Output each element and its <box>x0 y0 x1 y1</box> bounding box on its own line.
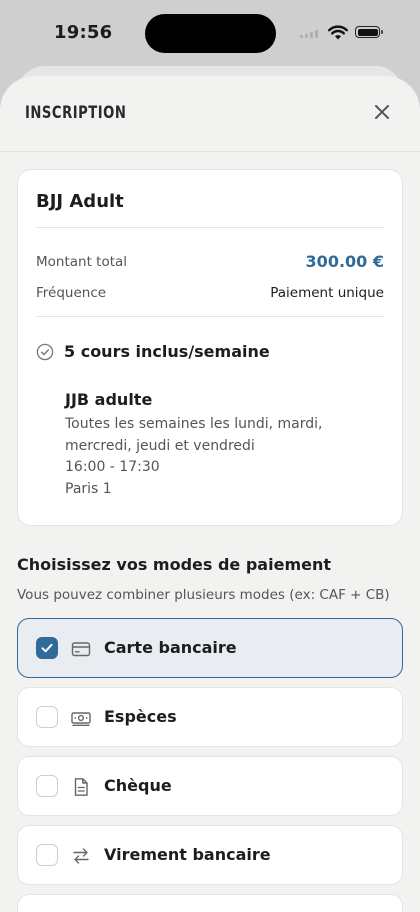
checkbox[interactable] <box>36 844 58 866</box>
status-bar: 19:56 <box>0 0 420 64</box>
transfer-arrows-icon <box>73 848 89 864</box>
plan-summary-card: BJJ Adult Montant total 300.00 € Fréquen… <box>17 169 403 526</box>
payment-section-subtitle: Vous pouvez combiner plusieurs modes (ex… <box>17 587 390 603</box>
document-icon <box>74 778 88 796</box>
cash-icon <box>71 712 91 726</box>
payment-option-label: Virement bancaire <box>104 845 271 864</box>
class-details: JJB adulte Toutes les semaines les lundi… <box>65 390 322 500</box>
class-title: JJB adulte <box>65 390 153 409</box>
class-location: Paris 1 <box>65 480 112 497</box>
checkmark-icon <box>41 643 53 653</box>
payment-option-cash[interactable]: Espèces <box>17 687 403 747</box>
plan-name: BJJ Adult <box>36 191 124 212</box>
class-time: 16:00 - 17:30 <box>65 459 160 475</box>
checkbox[interactable] <box>36 706 58 728</box>
credit-card-icon <box>71 642 91 657</box>
close-icon <box>375 105 389 119</box>
registration-sheet: INSCRIPTION BJJ Adult Montant total 300.… <box>0 76 420 912</box>
battery-icon <box>355 26 383 38</box>
total-amount-value: 300.00 € <box>305 252 384 271</box>
frequency-label: Fréquence <box>36 285 107 301</box>
payment-section-title: Choisissez vos modes de paiement <box>17 555 331 574</box>
payment-option-label: Carte bancaire <box>104 638 237 657</box>
class-schedule-line: mercredi, jeudi et vendredi <box>65 437 255 454</box>
sheet-title: INSCRIPTION <box>25 103 127 123</box>
check-circle-icon <box>36 343 54 360</box>
frequency-value: Paiement unique <box>270 285 384 301</box>
divider <box>36 227 384 228</box>
dynamic-island <box>145 14 276 53</box>
cellular-signal-icon <box>300 30 322 38</box>
payment-option-label: Espèces <box>104 707 177 726</box>
checkbox[interactable] <box>36 775 58 797</box>
payment-option-label: Chèque <box>104 776 172 795</box>
payment-option-transfer[interactable]: Virement bancaire <box>17 825 403 885</box>
payment-option-card[interactable]: Carte bancaire <box>17 618 403 678</box>
payment-option-check[interactable]: Chèque <box>17 756 403 816</box>
status-time: 19:56 <box>54 22 113 43</box>
divider <box>36 316 384 317</box>
wifi-icon <box>328 25 348 40</box>
class-schedule-line: Toutes les semaines les lundi, mardi, <box>65 416 323 432</box>
total-amount-label: Montant total <box>36 254 128 270</box>
payment-option-partial[interactable] <box>17 894 403 912</box>
sheet-header: INSCRIPTION <box>0 76 420 152</box>
courses-included-text: 5 cours inclus/semaine <box>64 342 270 361</box>
checkbox-checked[interactable] <box>36 637 58 659</box>
close-button[interactable] <box>368 98 396 126</box>
courses-included: 5 cours inclus/semaine <box>36 342 270 361</box>
